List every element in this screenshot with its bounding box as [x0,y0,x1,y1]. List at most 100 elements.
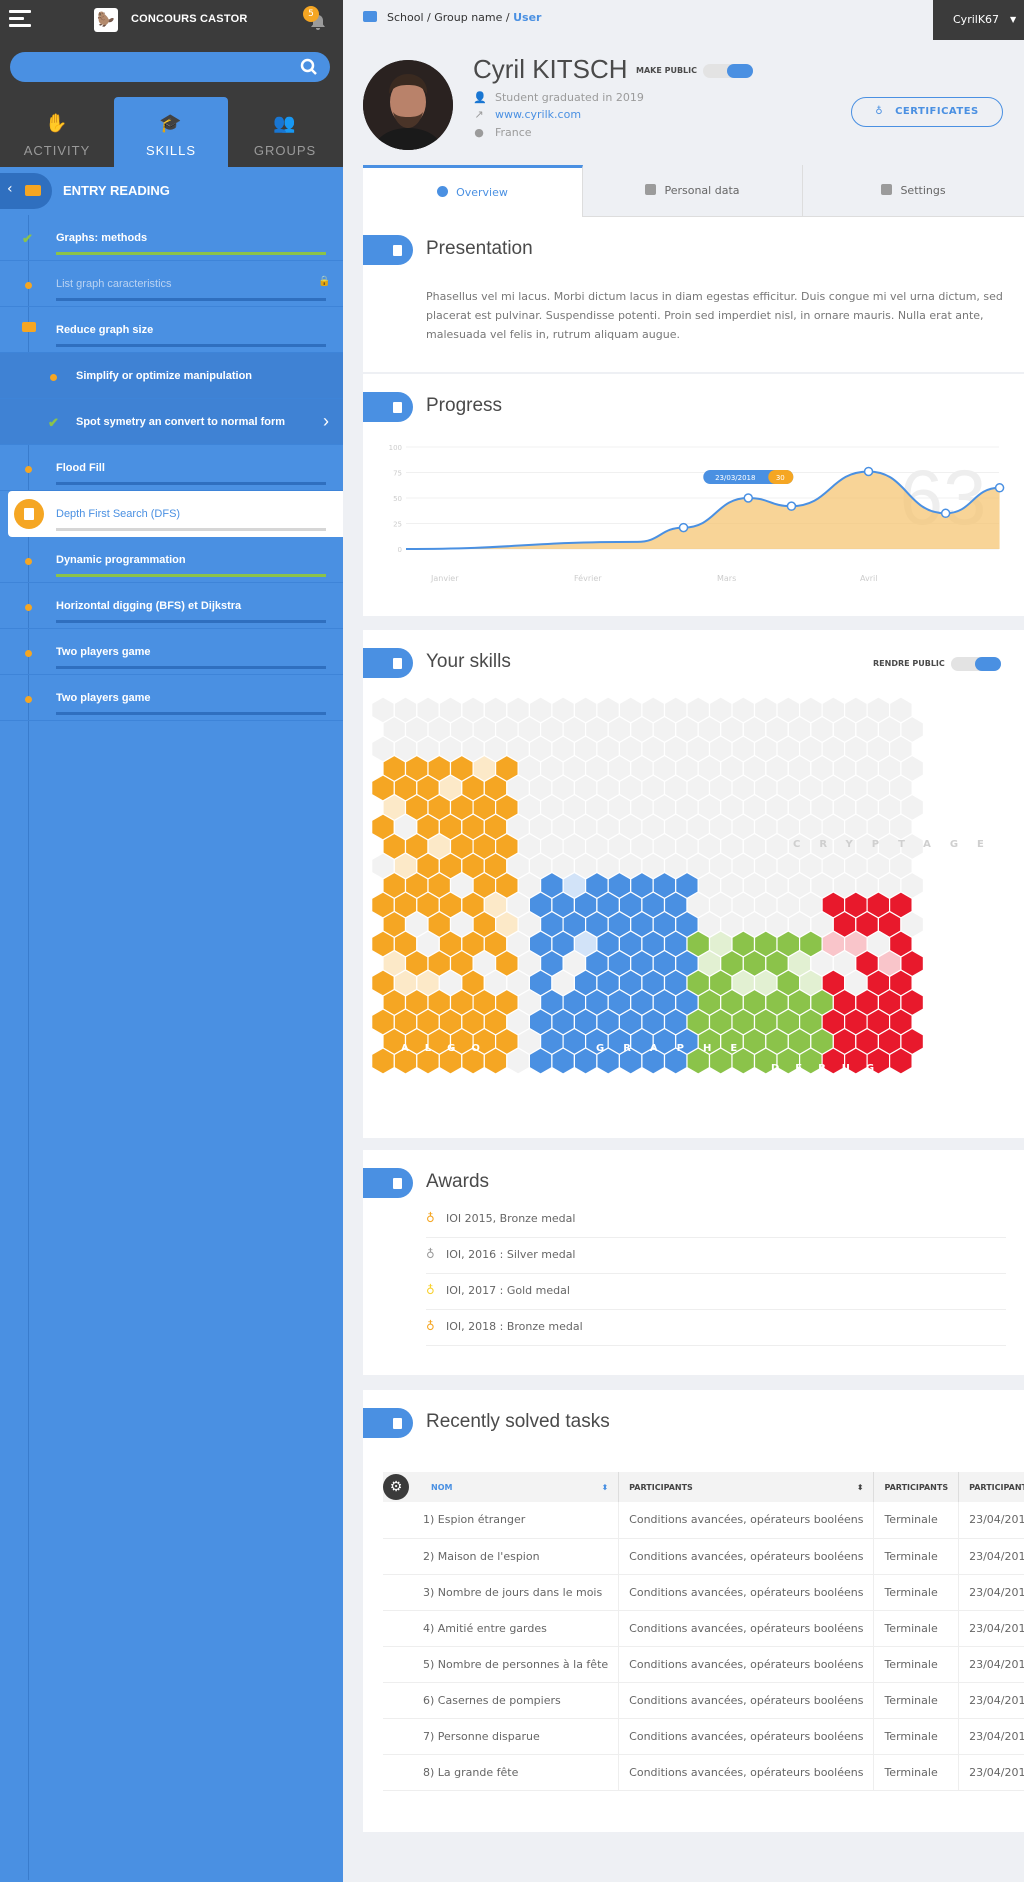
tree-item[interactable]: ✔ Graphs: methods [0,215,343,261]
user-menu[interactable]: CyrilK67 ▼ [933,0,1024,40]
table-row[interactable]: 3) Nombre de jours dans le mois Condition… [383,1574,1024,1611]
table-cell: Terminale [873,1502,960,1539]
table-row[interactable]: 5) Nombre de personnes à la fête Conditio… [383,1646,1024,1683]
table-cell: Conditions avancées, opérateurs booléens [618,1538,875,1575]
awards-title: Awards [426,1171,490,1192]
tree-item[interactable]: Flood Fill [0,445,343,491]
table-cell: Terminale [873,1682,960,1719]
col-participants-label: PARTICIPANTS [629,1482,693,1492]
website-link[interactable]: www.cyrilk.com [495,108,581,121]
table-row[interactable]: 6) Casernes de pompiers Conditions avancé… [383,1682,1024,1719]
tab-personal-data[interactable]: Personal data [583,165,803,217]
status-dot [25,466,32,473]
tree-item-label: Graphs: methods [56,232,148,244]
check-icon: ✔ [22,231,33,246]
col-participants-2[interactable]: PARTICIPANTS [873,1472,960,1502]
tooltip-value: 30 [776,474,785,482]
skill-hex[interactable] [371,1047,395,1075]
chapter-title: ENTRY READING [63,183,170,198]
breadcrumb-current: User [513,11,542,24]
tab-overview[interactable]: Overview [363,165,583,217]
award-label: IOI, 2018 : Bronze medal [446,1320,583,1333]
rendre-public-toggle[interactable] [951,657,1001,671]
progress-bar [56,482,326,485]
col-participants-3[interactable]: PARTICIPANTS [958,1472,1024,1502]
group-icon: 👥 [273,113,297,133]
progress-panel: Progress 0 25 50 75 100 Janvier Février Mars Avr… [363,374,1024,616]
tree-item[interactable]: Simplify or optimize manipulation [0,353,343,399]
table-cell: 23/04/2018 [958,1610,1024,1647]
folder-icon [363,11,377,22]
col-nom-label: NOM [431,1482,453,1492]
table-row[interactable]: 8) La grande fête Conditions avancées, op… [383,1754,1024,1791]
tasks-header: Recently solved tasks [363,1408,1024,1438]
graduation-text: Student graduated in 2019 [495,91,644,104]
sort-icon: ⬍ [856,1482,864,1492]
back-button[interactable]: ‹ [0,173,52,209]
notification-badge: 5 [303,6,319,22]
tree-item-label: Reduce graph size [56,324,154,336]
tree-item[interactable]: Horizontal digging (BFS) et Dijkstra [0,583,343,629]
tab-skills-label: SKILLS [145,143,197,158]
medal-icon: ♁ [875,106,884,117]
tree-item[interactable]: ✔ Spot symetry an convert to normal form › [0,399,343,445]
skill-hex[interactable] [551,1047,575,1075]
tree-item[interactable]: Reduce graph size [0,307,343,353]
table-cell: Terminale [873,1538,960,1575]
table-row[interactable]: 7) Personne disparue Conditions avancées,… [383,1718,1024,1755]
rendre-public-label: RENDRE PUBLIC [873,659,945,668]
tab-activity[interactable]: ✋ ACTIVITY [0,97,114,167]
skill-area-label: CRYPTAGE [793,839,1003,850]
table-row[interactable]: 2) Maison de l'espion Conditions avancées… [383,1538,1024,1575]
tree-item[interactable]: List graph caracteristics 🔒 [0,261,343,307]
tree-item-label: Two players game [56,646,151,658]
table-cell: Conditions avancées, opérateurs booléens [618,1574,875,1611]
x-tick-label: Avril [860,574,877,583]
skill-hex[interactable] [888,1047,913,1075]
tree-item[interactable]: Dynamic programmation [0,537,343,583]
award-label: IOI 2015, Bronze medal [446,1212,576,1225]
tab-activity-label: ACTIVITY [23,143,91,158]
tab-settings[interactable]: Settings [803,165,1024,217]
skill-area-label: DEBUG [771,1063,890,1074]
make-public-toggle[interactable] [703,64,753,78]
table-cell: Conditions avancées, opérateurs booléens [618,1610,875,1647]
menu-icon[interactable] [9,10,31,28]
tree-item[interactable]: Depth First Search (DFS) [8,491,343,537]
skills-title: Your skills [426,651,511,672]
table-cell: 6) Casernes de pompiers [383,1682,620,1719]
progress-bar [56,344,326,347]
breadcrumb-path[interactable]: School / Group name / [387,11,510,24]
table-cell: 2) Maison de l'espion [383,1538,620,1575]
tab-groups[interactable]: 👥 GROUPS [228,97,342,167]
table-cell: Conditions avancées, opérateurs booléens [618,1502,875,1539]
skill-hex[interactable] [573,1047,598,1075]
section-pill [363,1168,413,1198]
tree-item[interactable]: Two players game [0,675,343,721]
gear-icon[interactable]: ⚙ [383,1474,409,1500]
tree-item[interactable]: Two players game [0,629,343,675]
tab-skills[interactable]: 🎓 SKILLS [114,97,228,167]
col-nom[interactable]: NOM ⬍ [383,1472,620,1502]
presentation-title: Presentation [426,238,533,259]
awards-header: Awards [363,1168,1024,1198]
skill-area-label: GRAPHE [596,1043,756,1054]
x-tick-label: Mars [717,574,736,583]
data-point [743,493,754,503]
search-input[interactable] [10,52,330,82]
book-icon [393,658,402,669]
breadcrumb: School / Group name / User [363,11,541,24]
y-tick-label: 75 [393,470,402,478]
skill-hex[interactable] [528,1047,553,1075]
table-cell: 8) La grande fête [383,1754,620,1791]
skill-hex[interactable] [506,1047,530,1075]
table-row[interactable]: 1) Espion étranger Conditions avancées, o… [383,1502,1024,1539]
graduation-cap-icon: 🎓 [159,113,183,133]
table-cell: 23/04/2018 [958,1682,1024,1719]
table-cell: Conditions avancées, opérateurs booléens [618,1646,875,1683]
certificates-label: CERTIFICATES [895,106,979,117]
certificates-button[interactable]: ♁ CERTIFICATES [851,97,1003,127]
table-row[interactable]: 4) Amitié entre gardes Conditions avancée… [383,1610,1024,1647]
search-icon[interactable] [300,58,318,76]
col-participants[interactable]: PARTICIPANTS ⬍ [618,1472,875,1502]
